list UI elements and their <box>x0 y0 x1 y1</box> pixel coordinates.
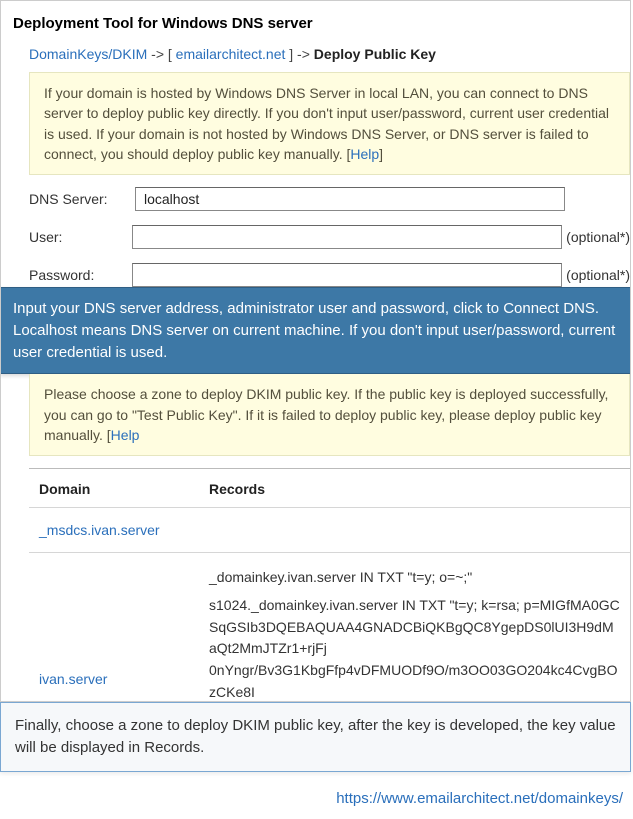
callout-dns-instructions: Input your DNS server address, administr… <box>1 287 630 374</box>
col-header-domain: Domain <box>29 469 199 508</box>
breadcrumb: DomainKeys/DKIM -> [ emailarchitect.net … <box>29 46 630 62</box>
user-input[interactable] <box>132 225 562 249</box>
breadcrumb-root-link[interactable]: DomainKeys/DKIM <box>29 46 147 62</box>
user-optional-hint: (optional*) <box>566 229 630 245</box>
breadcrumb-current: Deploy Public Key <box>314 46 436 62</box>
zones-table: Domain Records _msdcs.ivan.server ivan.s… <box>29 469 630 701</box>
dns-server-label: DNS Server: <box>29 191 135 207</box>
col-header-records: Records <box>199 469 630 508</box>
footer-url[interactable]: https://www.emailarchitect.net/domainkey… <box>0 772 631 819</box>
password-optional-hint: (optional*) <box>566 267 630 283</box>
zone-link[interactable]: _msdcs.ivan.server <box>39 522 160 538</box>
dns-server-input[interactable] <box>135 187 565 211</box>
help-link[interactable]: Help <box>111 427 140 443</box>
info-panel-connect: If your domain is hosted by Windows DNS … <box>29 72 630 175</box>
callout-final-note: Finally, choose a zone to deploy DKIM pu… <box>0 702 631 772</box>
password-label: Password: <box>29 267 132 283</box>
table-row: ivan.server _domainkey.ivan.server IN TX… <box>29 553 630 702</box>
records-cell: _domainkey.ivan.server IN TXT "t=y; o=~;… <box>199 553 630 702</box>
page-title: Deployment Tool for Windows DNS server <box>1 1 630 46</box>
breadcrumb-domain-link[interactable]: emailarchitect.net <box>176 46 286 62</box>
zone-link[interactable]: ivan.server <box>39 671 107 687</box>
records-cell <box>199 508 630 553</box>
password-input[interactable] <box>132 263 562 287</box>
table-row: _msdcs.ivan.server <box>29 508 630 553</box>
info-panel-zone: Please choose a zone to deploy DKIM publ… <box>29 374 630 456</box>
help-link[interactable]: Help <box>350 146 379 162</box>
user-label: User: <box>29 229 132 245</box>
